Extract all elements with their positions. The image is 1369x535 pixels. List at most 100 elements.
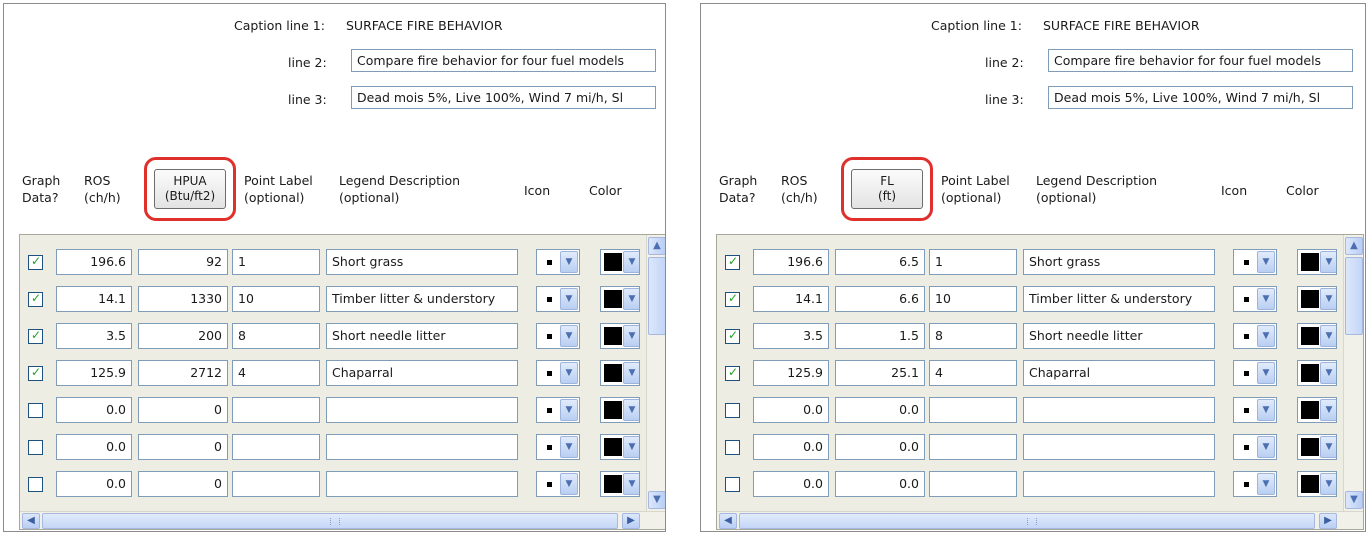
icon-dropdown[interactable]: ▼ xyxy=(1233,360,1277,386)
vertical-scrollbar[interactable]: ▲ ▼ xyxy=(646,235,665,511)
chevron-down-icon[interactable]: ▼ xyxy=(1320,362,1336,384)
color-dropdown[interactable]: ▼ xyxy=(1297,360,1337,386)
color-dropdown[interactable]: ▼ xyxy=(600,434,640,460)
ros-field[interactable]: 14.1 xyxy=(56,286,132,312)
legend-description-field[interactable]: Short needle litter xyxy=(1023,323,1215,349)
horizontal-scrollbar[interactable]: ◀ ▶ xyxy=(717,511,1363,529)
scroll-right-icon[interactable]: ▶ xyxy=(622,513,640,529)
value-field[interactable]: 6.5 xyxy=(835,249,925,275)
legend-description-field[interactable] xyxy=(326,434,518,460)
graph-data-checkbox[interactable]: ✓ xyxy=(725,365,740,381)
icon-dropdown[interactable]: ▼ xyxy=(536,471,580,497)
ros-field[interactable]: 196.6 xyxy=(56,249,132,275)
output-variable-button[interactable]: FL (ft) xyxy=(851,169,923,209)
chevron-down-icon[interactable]: ▼ xyxy=(1320,473,1336,495)
icon-dropdown[interactable]: ▼ xyxy=(536,323,580,349)
chevron-down-icon[interactable]: ▼ xyxy=(1257,473,1275,495)
color-dropdown[interactable]: ▼ xyxy=(600,397,640,423)
chevron-down-icon[interactable]: ▼ xyxy=(1257,325,1275,347)
chevron-down-icon[interactable]: ▼ xyxy=(560,362,578,384)
caption-line2-input[interactable]: Compare fire behavior for four fuel mode… xyxy=(351,49,656,72)
value-field[interactable]: 0.0 xyxy=(835,471,925,497)
chevron-down-icon[interactable]: ▼ xyxy=(560,399,578,421)
chevron-down-icon[interactable]: ▼ xyxy=(1320,288,1336,310)
scroll-down-icon[interactable]: ▼ xyxy=(1345,491,1363,509)
chevron-down-icon[interactable]: ▼ xyxy=(1257,399,1275,421)
ros-field[interactable]: 3.5 xyxy=(56,323,132,349)
chevron-down-icon[interactable]: ▼ xyxy=(560,436,578,458)
color-dropdown[interactable]: ▼ xyxy=(600,323,640,349)
ros-field[interactable]: 0.0 xyxy=(56,471,132,497)
ros-field[interactable]: 0.0 xyxy=(56,434,132,460)
legend-description-field[interactable] xyxy=(1023,471,1215,497)
point-label-field[interactable] xyxy=(929,471,1017,497)
horizontal-scrollbar[interactable]: ◀ ▶ xyxy=(20,511,665,529)
point-label-field[interactable] xyxy=(232,471,320,497)
output-variable-button[interactable]: HPUA (Btu/ft2) xyxy=(154,169,226,209)
color-dropdown[interactable]: ▼ xyxy=(1297,434,1337,460)
graph-data-checkbox[interactable]: ✓ xyxy=(725,291,740,307)
graph-data-checkbox[interactable] xyxy=(725,440,740,455)
ros-field[interactable]: 125.9 xyxy=(56,360,132,386)
ros-field[interactable]: 0.0 xyxy=(56,397,132,423)
legend-description-field[interactable] xyxy=(326,471,518,497)
value-field[interactable]: 6.6 xyxy=(835,286,925,312)
chevron-down-icon[interactable]: ▼ xyxy=(1257,362,1275,384)
chevron-down-icon[interactable]: ▼ xyxy=(1320,399,1336,421)
value-field[interactable]: 1330 xyxy=(138,286,228,312)
chevron-down-icon[interactable]: ▼ xyxy=(623,399,639,421)
value-field[interactable]: 0.0 xyxy=(835,434,925,460)
scroll-left-icon[interactable]: ◀ xyxy=(719,513,737,529)
icon-dropdown[interactable]: ▼ xyxy=(536,434,580,460)
point-label-field[interactable]: 4 xyxy=(232,360,320,386)
chevron-down-icon[interactable]: ▼ xyxy=(623,362,639,384)
icon-dropdown[interactable]: ▼ xyxy=(1233,434,1277,460)
caption-line3-input[interactable]: Dead mois 5%, Live 100%, Wind 7 mi/h, Sl xyxy=(351,86,656,109)
value-field[interactable]: 0.0 xyxy=(835,397,925,423)
legend-description-field[interactable]: Short grass xyxy=(326,249,518,275)
point-label-field[interactable]: 1 xyxy=(929,249,1017,275)
caption-line2-input[interactable]: Compare fire behavior for four fuel mode… xyxy=(1048,49,1353,72)
chevron-down-icon[interactable]: ▼ xyxy=(623,325,639,347)
icon-dropdown[interactable]: ▼ xyxy=(536,286,580,312)
color-dropdown[interactable]: ▼ xyxy=(600,249,640,275)
chevron-down-icon[interactable]: ▼ xyxy=(623,251,639,273)
icon-dropdown[interactable]: ▼ xyxy=(536,360,580,386)
vertical-scrollbar[interactable]: ▲ ▼ xyxy=(1343,235,1363,511)
legend-description-field[interactable]: Timber litter & understory xyxy=(1023,286,1215,312)
color-dropdown[interactable]: ▼ xyxy=(600,286,640,312)
color-dropdown[interactable]: ▼ xyxy=(1297,249,1337,275)
point-label-field[interactable]: 8 xyxy=(929,323,1017,349)
legend-description-field[interactable] xyxy=(326,397,518,423)
scroll-down-icon[interactable]: ▼ xyxy=(648,491,665,509)
chevron-down-icon[interactable]: ▼ xyxy=(1320,251,1336,273)
scroll-up-icon[interactable]: ▲ xyxy=(648,237,665,255)
legend-description-field[interactable]: Chaparral xyxy=(326,360,518,386)
chevron-down-icon[interactable]: ▼ xyxy=(560,251,578,273)
ros-field[interactable]: 0.0 xyxy=(753,397,829,423)
color-dropdown[interactable]: ▼ xyxy=(1297,397,1337,423)
value-field[interactable]: 25.1 xyxy=(835,360,925,386)
color-dropdown[interactable]: ▼ xyxy=(1297,286,1337,312)
legend-description-field[interactable]: Short needle litter xyxy=(326,323,518,349)
color-dropdown[interactable]: ▼ xyxy=(600,471,640,497)
value-field[interactable]: 200 xyxy=(138,323,228,349)
point-label-field[interactable]: 10 xyxy=(232,286,320,312)
point-label-field[interactable]: 8 xyxy=(232,323,320,349)
ros-field[interactable]: 14.1 xyxy=(753,286,829,312)
graph-data-checkbox[interactable]: ✓ xyxy=(725,328,740,344)
ros-field[interactable]: 125.9 xyxy=(753,360,829,386)
icon-dropdown[interactable]: ▼ xyxy=(536,397,580,423)
point-label-field[interactable] xyxy=(929,434,1017,460)
graph-data-checkbox[interactable]: ✓ xyxy=(28,365,43,381)
graph-data-checkbox[interactable]: ✓ xyxy=(725,254,740,270)
ros-field[interactable]: 0.0 xyxy=(753,434,829,460)
graph-data-checkbox[interactable] xyxy=(28,440,43,455)
graph-data-checkbox[interactable] xyxy=(725,477,740,492)
scroll-up-icon[interactable]: ▲ xyxy=(1345,237,1363,255)
color-dropdown[interactable]: ▼ xyxy=(600,360,640,386)
point-label-field[interactable]: 4 xyxy=(929,360,1017,386)
graph-data-checkbox[interactable]: ✓ xyxy=(28,291,43,307)
legend-description-field[interactable]: Short grass xyxy=(1023,249,1215,275)
scroll-left-icon[interactable]: ◀ xyxy=(22,513,40,529)
